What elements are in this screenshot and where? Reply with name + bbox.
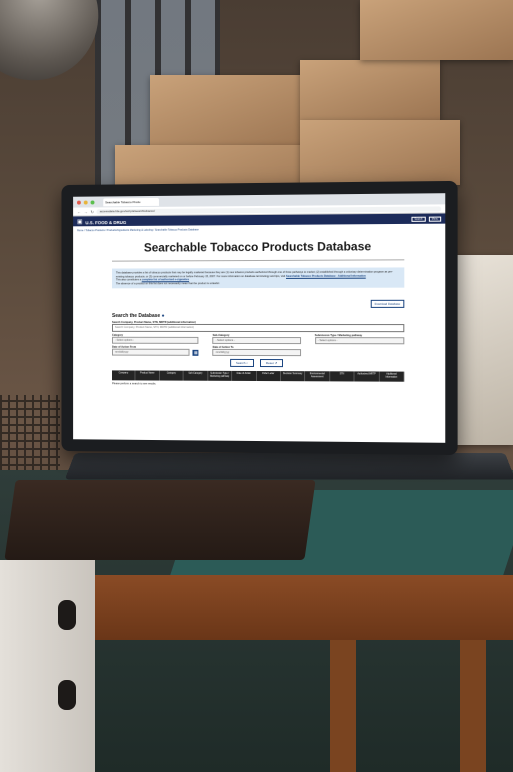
table-column-header[interactable]: Date of Action [232, 371, 256, 381]
table-column-header[interactable]: Product Name [136, 371, 160, 381]
cube-hole [58, 680, 76, 710]
hhs-logo-icon: ▣ [77, 218, 83, 225]
additional-info-link[interactable]: Searchable Tobacco Products Database - A… [286, 274, 366, 277]
results-table-header: Company Product Name Category Sub-Category S… [112, 371, 404, 382]
table-column-header[interactable]: Authorized MRTP [355, 372, 380, 382]
header-menu-button[interactable]: Menu [429, 216, 442, 221]
laptop-keyboard-base [65, 453, 513, 479]
table-column-header[interactable]: Category [160, 371, 184, 381]
date-to-input[interactable]: mm/dd/yyyy [213, 349, 301, 356]
address-bar[interactable]: accessdata.fda.gov/scripts/searchtobacco… [97, 206, 441, 214]
table-column-header[interactable]: Submission Type / Marketing pathway [208, 371, 232, 381]
date-from-input[interactable]: mm/dd/yyyy [112, 349, 190, 356]
calendar-icon[interactable]: ▦ [193, 350, 199, 356]
white-cube [0, 560, 95, 772]
download-database-button[interactable]: Download Database [371, 300, 405, 308]
help-icon[interactable]: ● [162, 313, 165, 319]
photo-scene: Searchable Tobacco Produ ← → ↻ accessdat… [0, 0, 513, 772]
search-form: Search the Database ● Search Company, Pr… [112, 313, 404, 368]
reset-button[interactable]: Reset ↺ [260, 359, 283, 367]
back-arrow-icon[interactable]: ← [77, 209, 81, 214]
close-dot-icon[interactable] [77, 200, 81, 204]
table-column-header[interactable]: Additional Information [380, 372, 405, 382]
info-box: This database provides a list of tobacco… [112, 267, 404, 288]
laptop-lid: Searchable Tobacco Produ ← → ↻ accessdat… [61, 181, 457, 455]
notebook-stack [4, 480, 315, 560]
cardboard-box [300, 120, 460, 185]
table-column-header[interactable]: Decision Summary [281, 371, 306, 381]
browser-tab[interactable]: Searchable Tobacco Produ [103, 197, 159, 205]
reset-icon: ↺ [275, 361, 278, 365]
wooden-table-edge [95, 575, 513, 640]
search-icon: ⌕ [246, 361, 248, 365]
minimize-dot-icon[interactable] [84, 200, 88, 204]
maximize-dot-icon[interactable] [91, 200, 95, 204]
table-column-header[interactable]: Company [112, 371, 136, 381]
search-button[interactable]: Search ⌕ [230, 359, 254, 367]
table-column-header[interactable]: STN [330, 372, 355, 382]
cardboard-box [360, 0, 513, 60]
table-leg [330, 640, 356, 772]
page-title: Searchable Tobacco Products Database [112, 233, 404, 262]
search-heading: Search the Database ● [112, 313, 404, 319]
table-column-header[interactable]: Environmental Assessment [305, 372, 330, 382]
table-leg [460, 640, 486, 772]
cube-hole [58, 600, 76, 630]
header-search-button[interactable]: Search [411, 216, 425, 221]
cardboard-box [300, 60, 440, 120]
empty-results-message: Please perform a search to see results. [112, 382, 404, 387]
white-box [455, 255, 513, 445]
table-column-header[interactable]: Sub-Category [184, 371, 208, 381]
table-column-header[interactable]: Order Letter [257, 371, 281, 381]
cardboard-box [150, 75, 300, 150]
laptop-screen: Searchable Tobacco Produ ← → ↻ accessdat… [73, 193, 445, 443]
